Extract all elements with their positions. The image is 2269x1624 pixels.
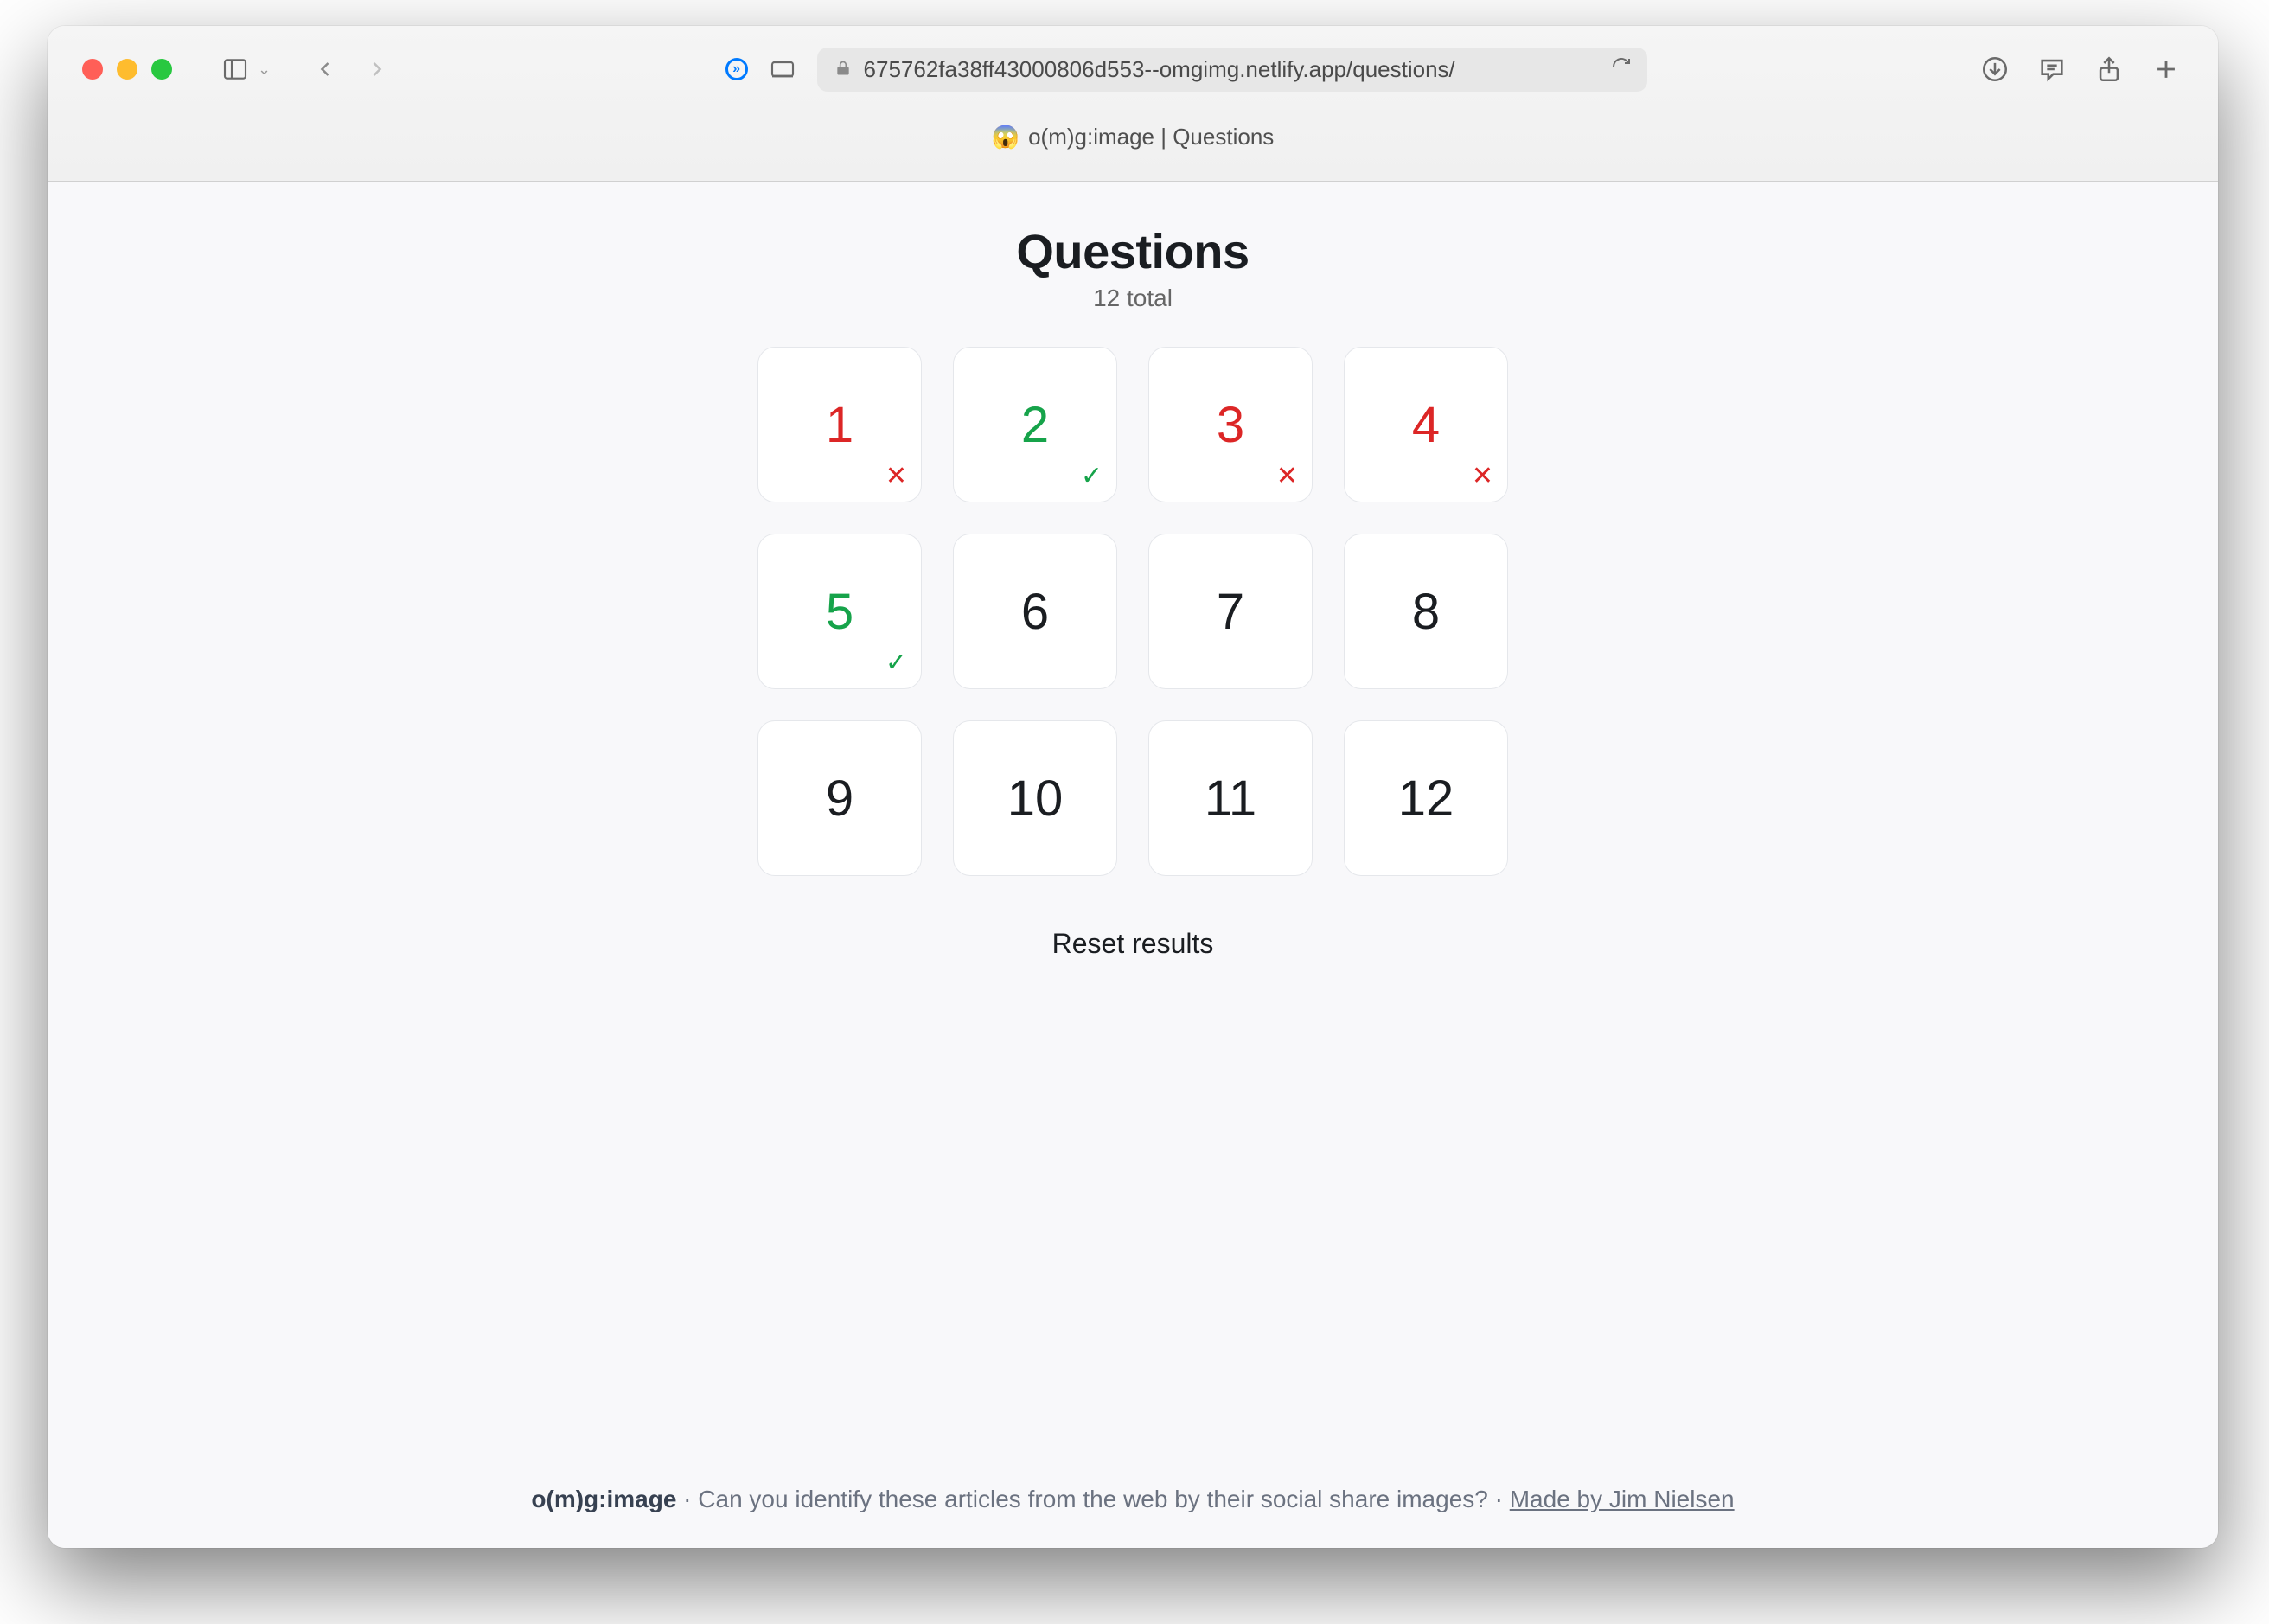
url-text: 675762fa38ff43000806d553--omgimg.netlify… — [864, 56, 1455, 83]
check-icon: ✓ — [1081, 461, 1103, 491]
question-number: 11 — [1205, 770, 1256, 828]
share-icon[interactable] — [2092, 52, 2126, 86]
browser-window: ⌄ » 675762fa38ff4300080 — [48, 26, 2218, 1548]
chevron-down-icon[interactable]: ⌄ — [258, 61, 271, 79]
footer: o(m)g:image · Can you identify these art… — [48, 1486, 2218, 1513]
question-number: 3 — [1217, 396, 1244, 454]
footer-sep: · — [676, 1486, 698, 1512]
tab-icon: 😱 — [992, 124, 1019, 150]
sidebar-toggle-group: ⌄ — [218, 52, 271, 86]
question-tile[interactable]: 4✕ — [1344, 347, 1508, 502]
sidebar-icon[interactable] — [218, 52, 252, 86]
window-minimize-button[interactable] — [117, 59, 137, 80]
nav-arrows — [308, 52, 394, 86]
question-tile[interactable]: 9 — [757, 720, 922, 876]
page-title: Questions — [1016, 223, 1249, 279]
question-tile[interactable]: 2✓ — [953, 347, 1117, 502]
browser-chrome: ⌄ » 675762fa38ff4300080 — [48, 26, 2218, 182]
back-button[interactable] — [308, 52, 342, 86]
window-maximize-button[interactable] — [151, 59, 172, 80]
x-icon: ✕ — [1472, 461, 1493, 491]
titlebar: ⌄ » 675762fa38ff4300080 — [48, 26, 2218, 112]
question-number: 2 — [1021, 396, 1049, 454]
website-settings-icon[interactable] — [765, 52, 800, 86]
question-number: 8 — [1412, 583, 1440, 641]
window-close-button[interactable] — [82, 59, 103, 80]
question-tile[interactable]: 10 — [953, 720, 1117, 876]
toolbar-right — [1978, 52, 2183, 86]
question-number: 10 — [1007, 770, 1064, 828]
question-tile[interactable]: 1✕ — [757, 347, 922, 502]
new-tab-icon[interactable] — [2149, 52, 2183, 86]
question-tile[interactable]: 3✕ — [1148, 347, 1313, 502]
footer-brand: o(m)g:image — [531, 1486, 676, 1512]
question-tile[interactable]: 11 — [1148, 720, 1313, 876]
address-bar[interactable]: 675762fa38ff43000806d553--omgimg.netlify… — [817, 48, 1647, 92]
x-icon: ✕ — [885, 461, 907, 491]
reset-button[interactable]: Reset results — [1052, 928, 1214, 960]
check-icon: ✓ — [885, 648, 907, 678]
question-tile[interactable]: 5✓ — [757, 534, 922, 689]
reload-icon[interactable] — [1611, 56, 1632, 83]
question-number: 4 — [1412, 396, 1440, 454]
tab-title: o(m)g:image | Questions — [1028, 124, 1274, 150]
page-content: Questions 12 total 1✕2✓3✕4✕5✓6789101112 … — [48, 182, 2218, 1548]
question-tile[interactable]: 6 — [953, 534, 1117, 689]
question-number: 7 — [1217, 583, 1244, 641]
x-icon: ✕ — [1276, 461, 1298, 491]
downloads-icon[interactable] — [1978, 52, 2012, 86]
question-number: 9 — [826, 770, 853, 828]
footer-tagline: Can you identify these articles from the… — [698, 1486, 1488, 1512]
feedback-icon[interactable] — [2035, 52, 2069, 86]
page-subtitle: 12 total — [1093, 285, 1173, 312]
question-number: 1 — [826, 396, 853, 454]
question-number: 6 — [1021, 583, 1049, 641]
tab-bar[interactable]: 😱 o(m)g:image | Questions — [48, 112, 2218, 161]
footer-sep: · — [1488, 1486, 1510, 1512]
question-tile[interactable]: 12 — [1344, 720, 1508, 876]
toolbar-center: » 675762fa38ff43000806d553--omgimg.netli… — [410, 48, 1962, 92]
privacy-report-icon[interactable]: » — [725, 58, 748, 80]
forward-button[interactable] — [360, 52, 394, 86]
question-tile[interactable]: 7 — [1148, 534, 1313, 689]
lock-icon — [834, 56, 852, 83]
question-tile[interactable]: 8 — [1344, 534, 1508, 689]
question-number: 5 — [826, 583, 853, 641]
footer-credit-link[interactable]: Made by Jim Nielsen — [1510, 1486, 1735, 1512]
question-number: 12 — [1398, 770, 1454, 828]
window-controls — [82, 59, 172, 80]
question-grid: 1✕2✓3✕4✕5✓6789101112 — [757, 347, 1508, 876]
